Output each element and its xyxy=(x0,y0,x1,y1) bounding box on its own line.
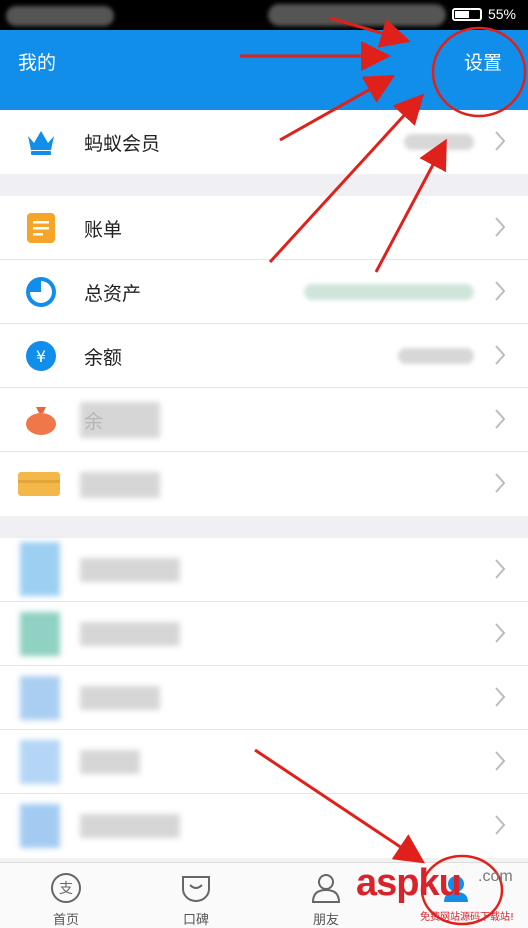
tab-friends[interactable]: 朋友 xyxy=(286,871,366,928)
yuan-icon: ¥ xyxy=(24,339,58,373)
blurred-icon xyxy=(20,542,60,596)
list-item-label: 蚂蚁会员 xyxy=(84,133,161,155)
svg-text:¥: ¥ xyxy=(36,347,46,366)
group-services xyxy=(0,538,528,858)
tab-label: 朋友 xyxy=(312,913,339,928)
blurred-icon xyxy=(20,804,60,848)
chevron-right-icon xyxy=(495,751,506,771)
blurred-label xyxy=(80,686,160,710)
blurred-icon xyxy=(20,676,60,720)
list-item-balance[interactable]: ¥ 余额 xyxy=(0,324,528,388)
blurred-label xyxy=(80,472,160,498)
status-left-blurred xyxy=(6,6,114,26)
pie-chart-icon xyxy=(24,275,58,309)
group-membership: 蚂蚁会员 xyxy=(0,110,528,174)
blurred-label xyxy=(80,402,160,438)
watermark-logo: aspku xyxy=(356,862,462,905)
tab-koubei[interactable]: 口碑 xyxy=(156,871,236,928)
blurred-value xyxy=(398,348,474,364)
blurred-icon xyxy=(20,612,60,656)
blurred-icon xyxy=(20,740,60,784)
battery-percent: 55% xyxy=(487,6,516,22)
tab-label: 首页 xyxy=(52,913,79,928)
chevron-right-icon xyxy=(495,281,506,301)
watermark-tagline: 免费网站源码下载站! xyxy=(420,912,515,923)
koubei-icon xyxy=(179,871,213,905)
list-item-blurred[interactable] xyxy=(0,666,528,730)
list-item-card[interactable] xyxy=(0,452,528,516)
blurred-value xyxy=(304,284,474,300)
chevron-right-icon xyxy=(495,217,506,237)
status-bar: 55% xyxy=(0,0,528,30)
group-finance: 账单 总资产 ¥ 余额 余 xyxy=(0,196,528,516)
bill-icon xyxy=(24,211,58,245)
crown-icon xyxy=(24,125,58,159)
svg-text:支: 支 xyxy=(59,881,73,897)
list-item-blurred[interactable] xyxy=(0,794,528,858)
page-title: 我的 xyxy=(18,52,57,74)
settings-button[interactable]: 设置 xyxy=(464,48,502,75)
list-item-blurred[interactable] xyxy=(0,602,528,666)
list-item-member[interactable]: 蚂蚁会员 xyxy=(0,110,528,174)
battery-icon xyxy=(451,7,482,21)
blurred-value xyxy=(404,134,474,150)
blurred-label xyxy=(80,814,180,838)
friends-icon xyxy=(309,871,343,905)
battery-fill xyxy=(454,10,470,18)
chevron-right-icon xyxy=(495,623,506,643)
watermark-domain: .com xyxy=(478,868,513,885)
watermark-brand: aspku xyxy=(356,862,462,904)
chevron-right-icon xyxy=(495,131,506,151)
menu-list: 蚂蚁会员 账单 总资产 ¥ 余额 xyxy=(0,110,528,858)
chevron-right-icon xyxy=(495,559,506,579)
alipay-icon: 支 xyxy=(49,871,83,905)
chevron-right-icon xyxy=(495,687,506,707)
list-item-label: 余额 xyxy=(84,347,123,369)
wallet-icon xyxy=(18,467,60,501)
blurred-label xyxy=(80,558,180,582)
list-item-label: 账单 xyxy=(84,219,123,241)
chevron-right-icon xyxy=(495,815,506,835)
list-item-label: 总资产 xyxy=(84,283,142,305)
list-item-total-assets[interactable]: 总资产 xyxy=(0,260,528,324)
money-bag-icon xyxy=(24,403,58,437)
app-header: 我的 设置 xyxy=(0,30,528,110)
chevron-right-icon xyxy=(495,473,506,493)
list-item-blurred[interactable] xyxy=(0,538,528,602)
tab-home[interactable]: 支 首页 xyxy=(26,871,106,928)
chevron-right-icon xyxy=(495,409,506,429)
blurred-label xyxy=(80,750,140,774)
list-item-bill[interactable]: 账单 xyxy=(0,196,528,260)
battery-indicator: 55% xyxy=(451,6,516,22)
list-item-blurred[interactable] xyxy=(0,730,528,794)
status-center-blurred xyxy=(268,4,446,26)
chevron-right-icon xyxy=(495,345,506,365)
list-item-yuebao[interactable]: 余 xyxy=(0,388,528,452)
blurred-label xyxy=(80,622,180,646)
tab-label: 口碑 xyxy=(182,913,209,928)
